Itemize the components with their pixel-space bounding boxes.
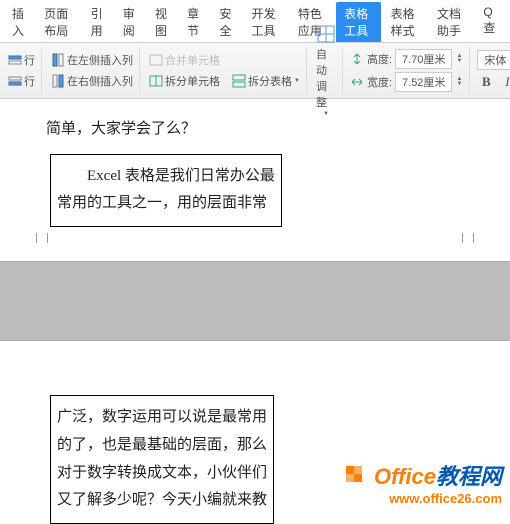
tab-table-style[interactable]: 表格样式	[383, 2, 427, 42]
insert-left-button[interactable]: 在左侧插入列	[49, 51, 135, 69]
tab-review[interactable]: 审阅	[115, 2, 145, 42]
split-table-label: 拆分表格	[248, 73, 292, 89]
merge-label: 合并单元格	[165, 52, 220, 68]
row-label: 行	[24, 52, 35, 68]
tab-bar: 插入 页面布局 引用 审阅 视图 章节 安全 开发工具 特色应用 表格工具 表格…	[0, 0, 510, 43]
split-cells-label: 拆分单元格	[165, 73, 220, 89]
chevron-down-icon: ▼	[294, 79, 300, 84]
merge-cells-button: 合并单元格	[147, 51, 302, 69]
auto-fit-button[interactable]: 自动调整 ▼	[314, 23, 338, 118]
bold-button[interactable]: B	[477, 73, 495, 91]
insert-row-below-button[interactable]: 行	[6, 72, 37, 90]
row-icon	[8, 53, 22, 67]
insert-left-label: 在左侧插入列	[67, 52, 133, 68]
height-icon	[350, 52, 364, 66]
row-label-2: 行	[24, 73, 35, 89]
insert-right-label: 在右侧插入列	[67, 73, 133, 89]
tab-security[interactable]: 安全	[211, 2, 241, 42]
auto-fit-icon	[316, 24, 336, 44]
split-table-button[interactable]: 拆分表格 ▼	[230, 72, 302, 90]
insert-right-button[interactable]: 在右侧插入列	[49, 72, 135, 90]
tab-view[interactable]: 视图	[147, 2, 177, 42]
tab-doc-helper[interactable]: 文档助手	[429, 2, 473, 42]
merge-icon	[149, 53, 163, 67]
tab-references[interactable]: 引用	[83, 2, 113, 42]
tab-page-layout[interactable]: 页面布局	[36, 2, 80, 42]
table-cell[interactable]: 广泛，数字运用可以说是最常用 的了，也是最基础的层面，那么 对于数字转换成文本，…	[53, 398, 271, 521]
width-icon	[350, 75, 364, 89]
paragraph: 简单，大家学会了么？	[16, 115, 494, 144]
watermark-title-2: 教程网	[436, 464, 502, 489]
tab-table-tools[interactable]: 表格工具	[336, 2, 380, 42]
tab-insert[interactable]: 插入	[4, 2, 34, 42]
split-cells-button[interactable]: 拆分单元格	[147, 72, 222, 90]
width-label: 宽度:	[367, 74, 392, 90]
insert-row-button[interactable]: 行	[6, 51, 37, 69]
width-input[interactable]: 7.52厘米	[395, 72, 452, 92]
split-table-icon	[232, 74, 246, 88]
logo-icon	[344, 464, 366, 486]
col-right-icon	[51, 74, 65, 88]
width-down[interactable]: ▼	[456, 82, 462, 87]
margin-mark	[36, 233, 48, 243]
watermark-url: www.office26.com	[344, 491, 502, 506]
row-below-icon	[8, 74, 22, 88]
height-label: 高度:	[367, 51, 392, 67]
auto-fit-label: 自动调整	[316, 46, 336, 110]
table-2[interactable]: 广泛，数字运用可以说是最常用 的了，也是最基础的层面，那么 对于数字转换成文本，…	[50, 395, 274, 524]
col-left-icon	[51, 53, 65, 67]
page-break-gap	[0, 261, 510, 341]
document-page-1[interactable]: 简单，大家学会了么？ Excel 表格是我们日常办公最 常用的工具之一，用的层面…	[0, 99, 510, 243]
height-input[interactable]: 7.70厘米	[395, 49, 452, 69]
chevron-down-icon: ▼	[323, 112, 329, 117]
table-cell[interactable]: Excel 表格是我们日常办公最 常用的工具之一，用的层面非常	[53, 157, 279, 225]
tab-sections[interactable]: 章节	[179, 2, 209, 42]
margin-mark	[462, 233, 474, 243]
split-cells-icon	[149, 74, 163, 88]
table-1[interactable]: Excel 表格是我们日常办公最 常用的工具之一，用的层面非常	[50, 154, 282, 228]
watermark-title-1: Office	[374, 464, 436, 489]
tab-dev-tools[interactable]: 开发工具	[244, 2, 288, 42]
font-name-select[interactable]: 宋体▼	[477, 50, 510, 70]
italic-button[interactable]: I	[498, 73, 510, 91]
tab-search[interactable]: Q 查	[475, 2, 506, 42]
ribbon: 行 行 在左侧插入列 在右侧插入列 合并单元格 拆分单元格 拆	[0, 43, 510, 99]
height-down[interactable]: ▼	[456, 59, 462, 64]
watermark: Office教程网 www.office26.com	[344, 459, 502, 506]
